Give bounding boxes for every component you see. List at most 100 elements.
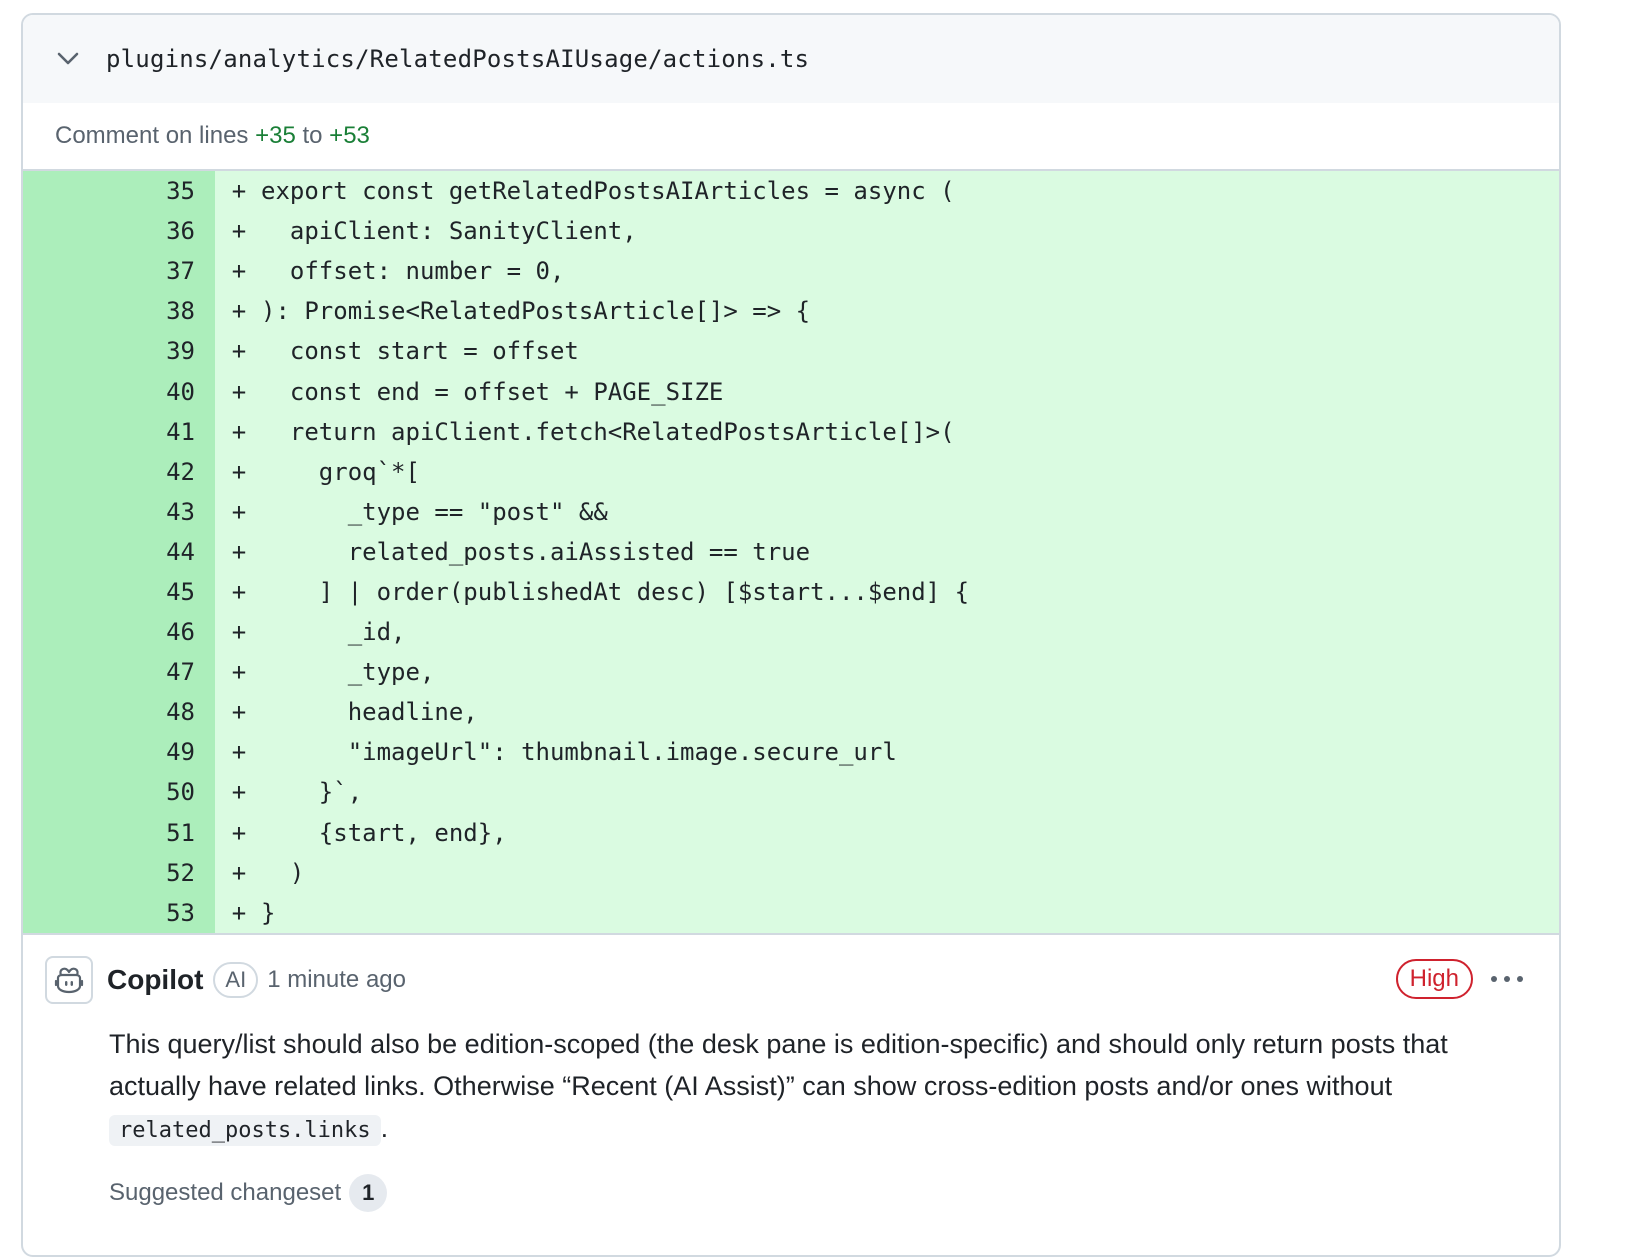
addition-marker: + <box>231 497 247 526</box>
diff-comment-card: plugins/analytics/RelatedPostsAIUsage/ac… <box>21 13 1561 1257</box>
code-line[interactable]: 37 + offset: number = 0, <box>23 251 1559 292</box>
review-comment: Copilot AI 1 minute ago High This query/… <box>23 935 1559 1212</box>
code-text: headline, <box>261 698 478 727</box>
chevron-down-icon[interactable] <box>53 44 83 74</box>
comment-author[interactable]: Copilot <box>107 964 203 996</box>
comment-range-prefix: Comment on lines <box>55 122 249 149</box>
addition-marker: + <box>231 217 247 246</box>
addition-marker: + <box>231 658 247 687</box>
code-line[interactable]: 51 + {start, end}, <box>23 812 1559 853</box>
comment-range: Comment on lines +35 to +53 <box>23 103 1559 171</box>
code-line[interactable]: 40 + const end = offset + PAGE_SIZE <box>23 371 1559 412</box>
file-header: plugins/analytics/RelatedPostsAIUsage/ac… <box>23 15 1559 103</box>
ai-badge: AI <box>213 961 259 998</box>
addition-marker: + <box>231 898 247 927</box>
code-line[interactable]: 39 + const start = offset <box>23 331 1559 372</box>
code-text: ): Promise<RelatedPostsArticle[]> => { <box>261 297 811 326</box>
code-line[interactable]: 35 + export const getRelatedPostsAIArticle… <box>23 171 1559 212</box>
addition-marker: + <box>231 577 247 606</box>
code-text: } <box>261 898 276 927</box>
changeset-label: Suggested changeset <box>109 1178 342 1206</box>
addition-marker: + <box>231 337 247 366</box>
addition-marker: + <box>231 177 247 206</box>
comment-body: This query/list should also be edition-s… <box>109 1023 1489 1152</box>
code-line[interactable]: 44 + related_posts.aiAssisted == true <box>23 531 1559 572</box>
addition-marker: + <box>231 698 247 727</box>
line-number[interactable]: 40 <box>23 371 215 412</box>
code-line[interactable]: 43 + _type == "post" && <box>23 491 1559 532</box>
code-line[interactable]: 36 + apiClient: SanityClient, <box>23 211 1559 252</box>
line-number[interactable]: 37 <box>23 251 215 292</box>
line-number[interactable]: 42 <box>23 451 215 492</box>
comment-timestamp[interactable]: 1 minute ago <box>267 966 406 994</box>
code-line[interactable]: 53 +} <box>23 892 1559 933</box>
line-number[interactable]: 52 <box>23 852 215 893</box>
comment-range-middle: to <box>302 122 323 149</box>
changeset-count-badge: 1 <box>349 1173 388 1212</box>
addition-marker: + <box>231 257 247 286</box>
code-text: groq`*[ <box>261 457 420 486</box>
kebab-horizontal-icon[interactable] <box>1487 961 1527 997</box>
line-number[interactable]: 44 <box>23 531 215 572</box>
addition-marker: + <box>231 457 247 486</box>
addition-marker: + <box>231 377 247 406</box>
code-text: const start = offset <box>261 337 579 366</box>
code-text: return apiClient.fetch<RelatedPostsArtic… <box>261 417 955 446</box>
line-number[interactable]: 49 <box>23 732 215 773</box>
comment-body-end: . <box>380 1112 389 1143</box>
addition-marker: + <box>231 738 247 767</box>
line-number[interactable]: 53 <box>23 892 215 933</box>
line-number[interactable]: 48 <box>23 692 215 733</box>
line-number[interactable]: 51 <box>23 812 215 853</box>
code-diff-block: 35 + export const getRelatedPostsAIArticle… <box>23 171 1559 935</box>
comment-header: Copilot AI 1 minute ago <box>23 953 1559 1007</box>
code-line[interactable]: 52 + ) <box>23 852 1559 893</box>
code-text: const end = offset + PAGE_SIZE <box>261 377 724 406</box>
line-number[interactable]: 39 <box>23 331 215 372</box>
code-text: export const getRelatedPostsAIArticles =… <box>261 177 955 206</box>
code-line[interactable]: 47 + _type, <box>23 652 1559 693</box>
line-number[interactable]: 35 <box>23 171 215 212</box>
addition-marker: + <box>231 537 247 566</box>
code-line[interactable]: 48 + headline, <box>23 692 1559 733</box>
code-line[interactable]: 49 + "imageUrl": thumbnail.image.secure_u… <box>23 732 1559 773</box>
line-number[interactable]: 38 <box>23 291 215 332</box>
line-number[interactable]: 36 <box>23 211 215 252</box>
inline-code: related_posts.links <box>109 1114 381 1146</box>
comment-range-end[interactable]: +53 <box>329 122 370 150</box>
code-line[interactable]: 38 + ): Promise<RelatedPostsArticle[]> => … <box>23 291 1559 332</box>
addition-marker: + <box>231 778 247 807</box>
line-number[interactable]: 46 <box>23 612 215 653</box>
addition-marker: + <box>231 818 247 847</box>
code-line[interactable]: 50 + }`, <box>23 772 1559 813</box>
code-text: _id, <box>261 618 406 647</box>
severity-badge: High <box>1395 958 1473 999</box>
addition-marker: + <box>231 618 247 647</box>
line-number[interactable]: 50 <box>23 772 215 813</box>
code-line[interactable]: 42 + groq`*[ <box>23 451 1559 492</box>
suggested-changeset[interactable]: Suggested changeset 1 <box>109 1173 1559 1212</box>
code-text: _type, <box>261 658 435 687</box>
comment-body-text: This query/list should also be edition-s… <box>109 1028 1448 1101</box>
code-text: _type == "post" && <box>261 497 608 526</box>
code-line[interactable]: 46 + _id, <box>23 612 1559 653</box>
code-text: apiClient: SanityClient, <box>261 217 637 246</box>
addition-marker: + <box>231 417 247 446</box>
line-number[interactable]: 47 <box>23 652 215 693</box>
copilot-icon[interactable] <box>45 955 93 1004</box>
code-text: offset: number = 0, <box>261 257 565 286</box>
addition-marker: + <box>231 858 247 887</box>
code-text: ) <box>261 858 305 887</box>
code-text: related_posts.aiAssisted == true <box>261 537 811 566</box>
code-line[interactable]: 45 + ] | order(publishedAt desc) [$start.… <box>23 571 1559 613</box>
code-line[interactable]: 41 + return apiClient.fetch<RelatedPostsA… <box>23 411 1559 452</box>
addition-marker: + <box>231 297 247 326</box>
file-path[interactable]: plugins/analytics/RelatedPostsAIUsage/ac… <box>106 45 809 73</box>
code-text: ] | order(publishedAt desc) [$start...$e… <box>261 577 970 606</box>
line-number[interactable]: 41 <box>23 411 215 452</box>
line-number[interactable]: 43 <box>23 491 215 532</box>
comment-range-start[interactable]: +35 <box>255 122 296 150</box>
code-text: }`, <box>261 778 363 807</box>
code-text: {start, end}, <box>261 818 507 847</box>
line-number[interactable]: 45 <box>23 571 215 613</box>
